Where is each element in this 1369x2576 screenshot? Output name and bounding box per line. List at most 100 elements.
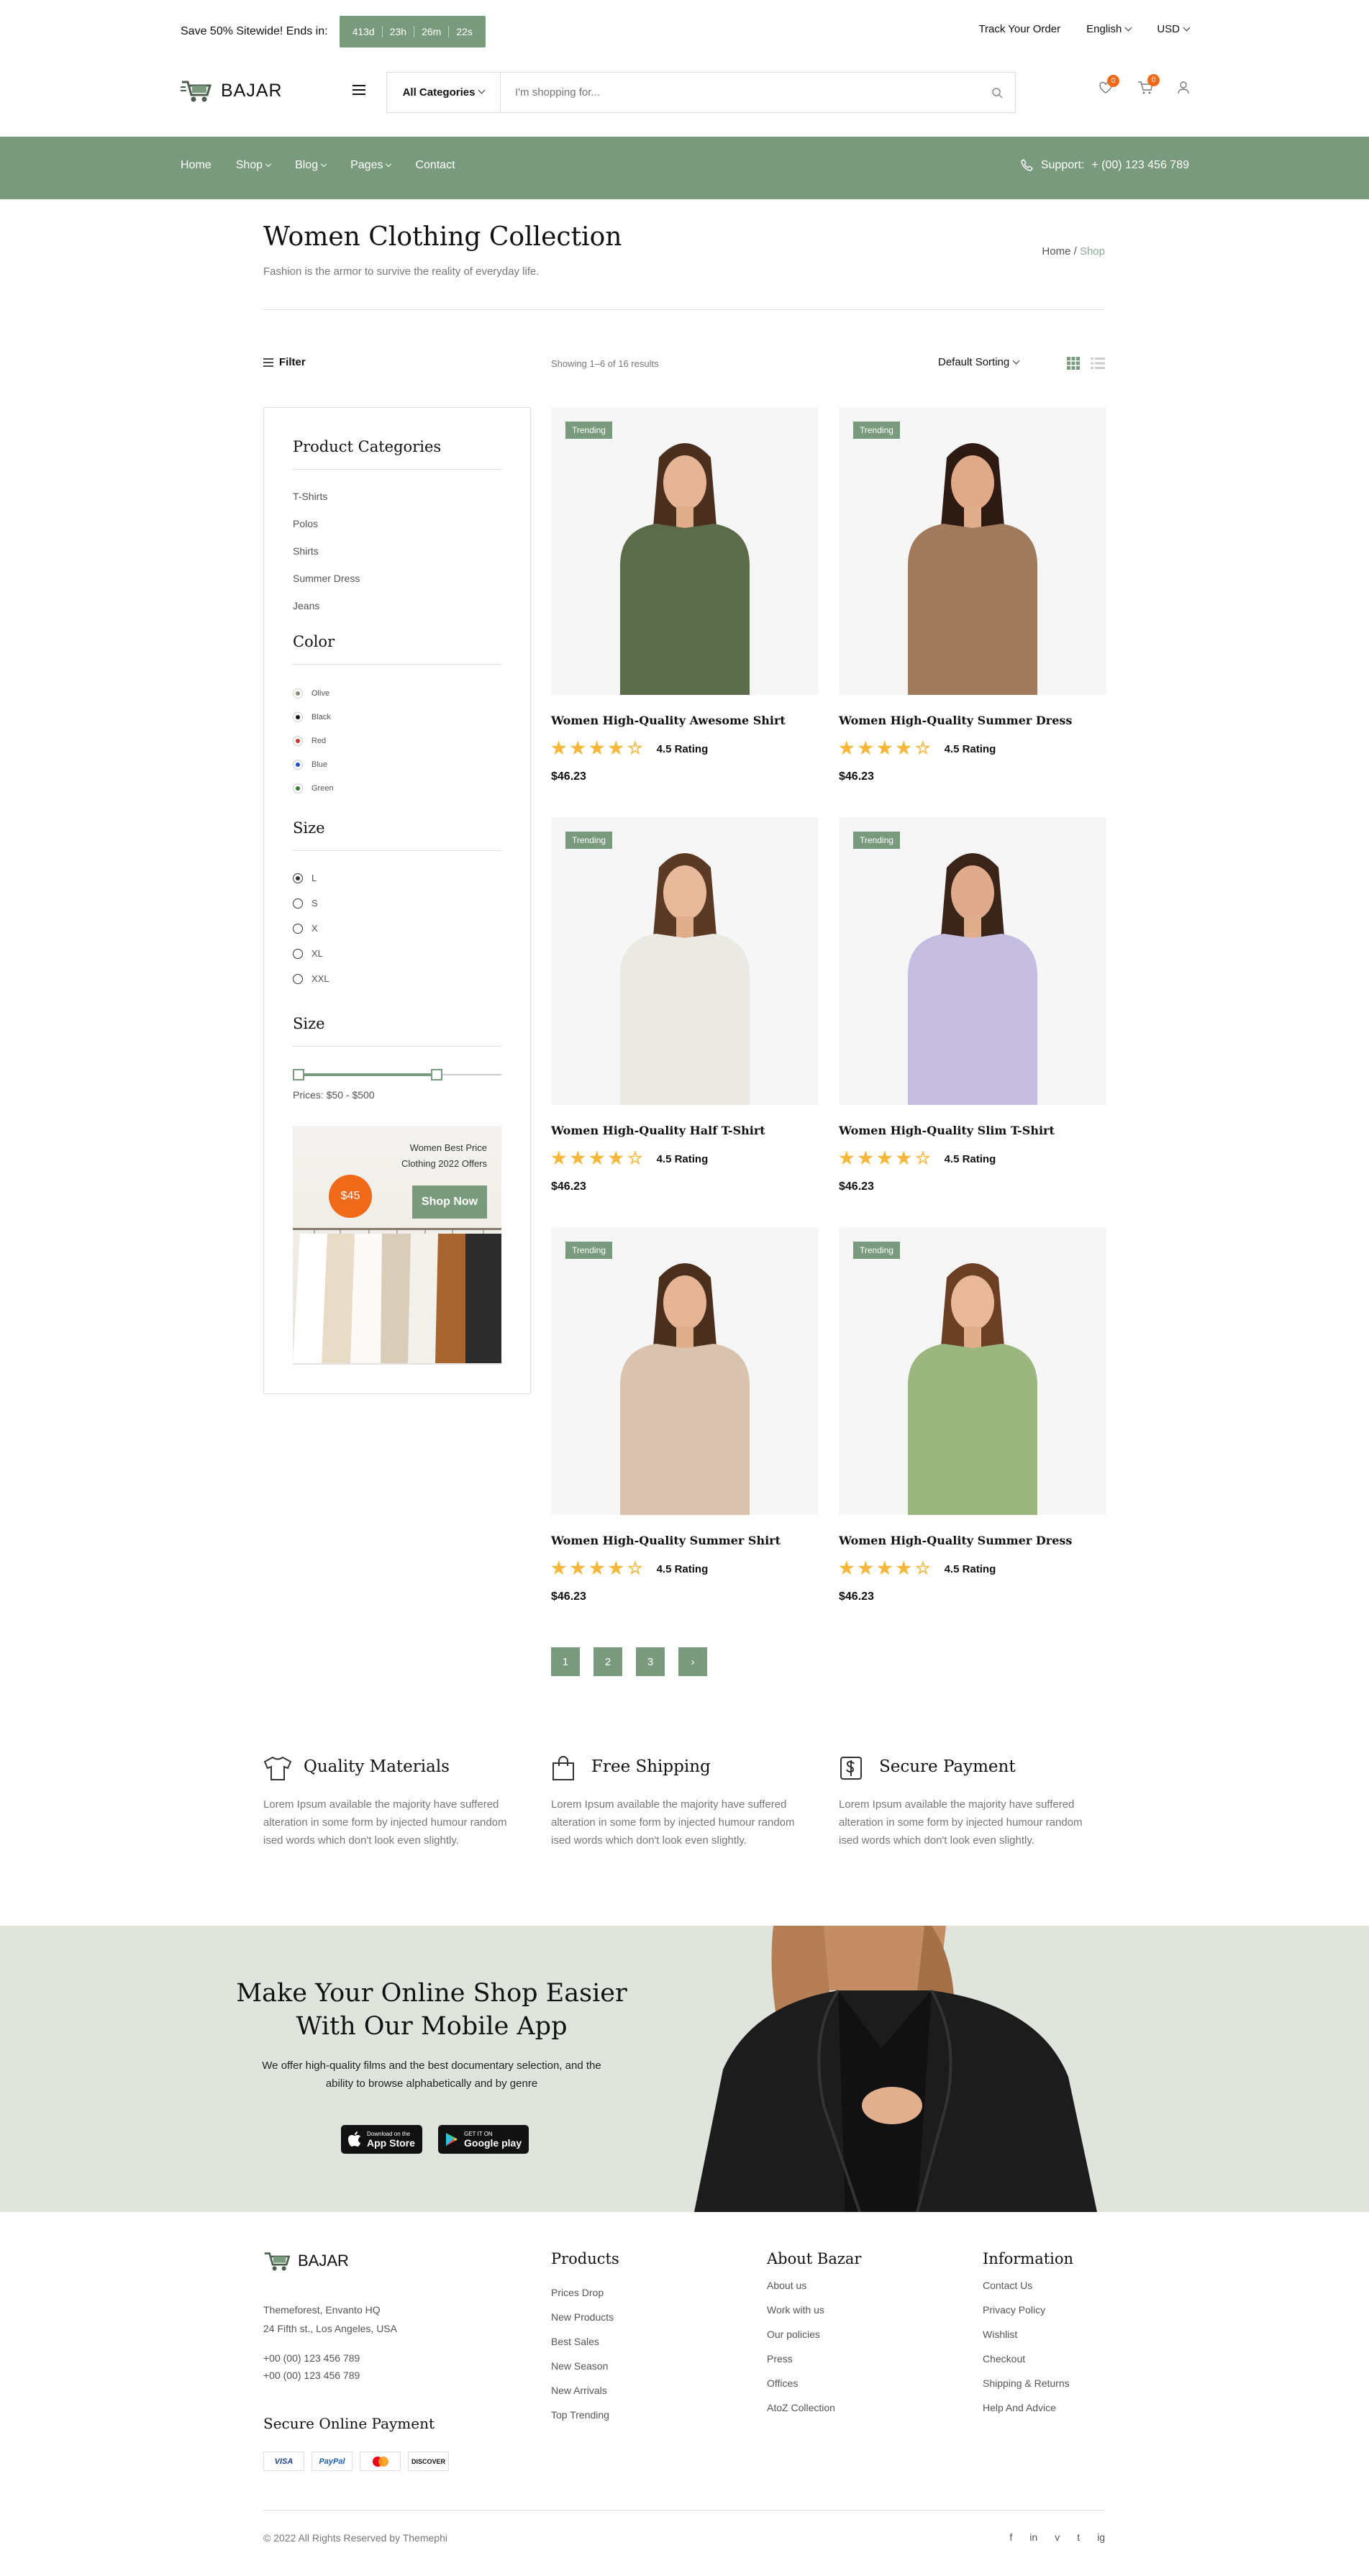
- slider-handle-max[interactable]: [431, 1069, 442, 1080]
- nav-blog[interactable]: Blog: [295, 159, 327, 172]
- menu-icon[interactable]: [353, 85, 365, 95]
- currency-select[interactable]: USD: [1157, 23, 1191, 35]
- product-name[interactable]: Women High-Quality Summer Dress: [839, 714, 1106, 727]
- size-option[interactable]: L: [293, 865, 329, 891]
- footer-link[interactable]: Our policies: [767, 2322, 861, 2347]
- page-3[interactable]: 3: [636, 1647, 665, 1676]
- product-card[interactable]: Trending Women High-Quality Summer Dress…: [839, 1227, 1106, 1603]
- search-button[interactable]: [979, 87, 1015, 99]
- google-play-button[interactable]: GET IT ON Google play: [438, 2125, 529, 2154]
- product-name[interactable]: Women High-Quality Summer Dress: [839, 1534, 1106, 1547]
- track-order-link[interactable]: Track Your Order: [978, 23, 1060, 35]
- size-option[interactable]: S: [293, 891, 329, 916]
- nav-pages[interactable]: Pages: [350, 159, 392, 172]
- grid-view-toggle[interactable]: [1067, 357, 1080, 373]
- next-page-button[interactable]: ›: [678, 1647, 707, 1676]
- size-radio[interactable]: [293, 948, 303, 959]
- product-name[interactable]: Women High-Quality Summer Shirt: [551, 1534, 819, 1547]
- product-image[interactable]: Trending: [839, 817, 1106, 1105]
- footer-link[interactable]: Offices: [767, 2371, 861, 2395]
- nav-shop[interactable]: Shop: [236, 159, 272, 172]
- color-option[interactable]: Green: [293, 776, 334, 800]
- list-view-toggle[interactable]: [1091, 357, 1105, 373]
- linkedin-icon[interactable]: in: [1029, 2531, 1037, 2543]
- cart-button[interactable]: 0: [1137, 74, 1160, 99]
- vimeo-icon[interactable]: v: [1055, 2531, 1060, 2543]
- product-card[interactable]: Trending Women High-Quality Half T-Shirt…: [551, 817, 819, 1193]
- footer-link[interactable]: Prices Drop: [551, 2280, 619, 2305]
- size-radio[interactable]: [293, 898, 303, 909]
- footer-logo[interactable]: BAJAR: [263, 2249, 349, 2272]
- size-option[interactable]: XXL: [293, 966, 329, 991]
- footer-link[interactable]: AtoZ Collection: [767, 2395, 861, 2420]
- page-1[interactable]: 1: [551, 1647, 580, 1676]
- footer-link[interactable]: New Arrivals: [551, 2378, 619, 2403]
- color-option[interactable]: Red: [293, 729, 334, 752]
- product-image[interactable]: Trending: [551, 407, 819, 695]
- footer-link[interactable]: New Products: [551, 2305, 619, 2329]
- footer-link[interactable]: Checkout: [983, 2347, 1073, 2371]
- product-image[interactable]: Trending: [551, 817, 819, 1105]
- support-phone[interactable]: + (00) 123 456 789: [1091, 159, 1189, 172]
- size-radio[interactable]: [293, 973, 303, 984]
- facebook-icon[interactable]: f: [1009, 2531, 1012, 2543]
- price-slider[interactable]: [293, 1069, 501, 1080]
- footer-phone[interactable]: +00 (00) 123 456 789: [263, 2367, 360, 2384]
- product-card[interactable]: Trending Women High-Quality Summer Shirt…: [551, 1227, 819, 1603]
- promo-banner[interactable]: Women Best Price Clothing 2022 Offers $4…: [293, 1126, 501, 1365]
- twitter-icon[interactable]: t: [1077, 2531, 1080, 2543]
- payment-title: Secure Online Payment: [263, 2415, 435, 2432]
- category-item[interactable]: Shirts: [293, 537, 360, 565]
- filter-button[interactable]: Filter: [263, 356, 306, 368]
- logo[interactable]: BAJAR: [181, 78, 283, 104]
- footer-link[interactable]: Press: [767, 2347, 861, 2371]
- footer-link[interactable]: Work with us: [767, 2298, 861, 2322]
- wishlist-button[interactable]: 0: [1099, 75, 1119, 98]
- category-item[interactable]: Summer Dress: [293, 565, 360, 592]
- footer-link[interactable]: New Season: [551, 2354, 619, 2378]
- product-card[interactable]: Trending Women High-Quality Awesome Shir…: [551, 407, 819, 783]
- breadcrumb-home[interactable]: Home: [1042, 245, 1070, 258]
- footer-link[interactable]: Shipping & Returns: [983, 2371, 1073, 2395]
- product-image[interactable]: Trending: [839, 1227, 1106, 1515]
- footer-link[interactable]: Best Sales: [551, 2329, 619, 2354]
- page-2[interactable]: 2: [593, 1647, 622, 1676]
- size-option[interactable]: X: [293, 916, 329, 941]
- nav-contact[interactable]: Contact: [415, 159, 455, 172]
- nav-home[interactable]: Home: [181, 159, 212, 172]
- color-option[interactable]: Blue: [293, 752, 334, 776]
- color-option[interactable]: Black: [293, 705, 334, 729]
- size-radio[interactable]: [293, 923, 303, 934]
- countdown-days: 413d: [352, 26, 375, 37]
- footer-link[interactable]: Privacy Policy: [983, 2298, 1073, 2322]
- category-item[interactable]: Polos: [293, 510, 360, 537]
- category-select[interactable]: All Categories: [387, 73, 501, 112]
- account-button[interactable]: [1178, 81, 1189, 98]
- category-item[interactable]: Jeans: [293, 592, 360, 619]
- product-image[interactable]: Trending: [551, 1227, 819, 1515]
- footer-phone[interactable]: +00 (00) 123 456 789: [263, 2349, 360, 2367]
- language-select[interactable]: English: [1086, 23, 1132, 35]
- footer-link[interactable]: About us: [767, 2273, 861, 2298]
- footer-link[interactable]: Help And Advice: [983, 2395, 1073, 2420]
- category-list: T-Shirts Polos Shirts Summer Dress Jeans: [293, 483, 360, 619]
- footer-link[interactable]: Top Trending: [551, 2403, 619, 2427]
- slider-handle-min[interactable]: [293, 1069, 304, 1080]
- color-option[interactable]: Olive: [293, 681, 334, 705]
- app-store-button[interactable]: Download on the App Store: [341, 2125, 422, 2154]
- footer-link[interactable]: Contact Us: [983, 2273, 1073, 2298]
- category-item[interactable]: T-Shirts: [293, 483, 360, 510]
- product-name[interactable]: Women High-Quality Awesome Shirt: [551, 714, 819, 727]
- size-option[interactable]: XL: [293, 941, 329, 966]
- footer-link[interactable]: Wishlist: [983, 2322, 1073, 2347]
- sort-select[interactable]: Default Sorting: [938, 356, 1020, 368]
- search-input[interactable]: [501, 73, 979, 112]
- product-card[interactable]: Trending Women High-Quality Slim T-Shirt…: [839, 817, 1106, 1193]
- product-image[interactable]: Trending: [839, 407, 1106, 695]
- instagram-icon[interactable]: ig: [1097, 2531, 1105, 2543]
- product-name[interactable]: Women High-Quality Slim T-Shirt: [839, 1124, 1106, 1137]
- size-radio[interactable]: [293, 873, 303, 883]
- product-card[interactable]: Trending Women High-Quality Summer Dress…: [839, 407, 1106, 783]
- banner-shop-button[interactable]: Shop Now: [412, 1185, 487, 1219]
- product-name[interactable]: Women High-Quality Half T-Shirt: [551, 1124, 819, 1137]
